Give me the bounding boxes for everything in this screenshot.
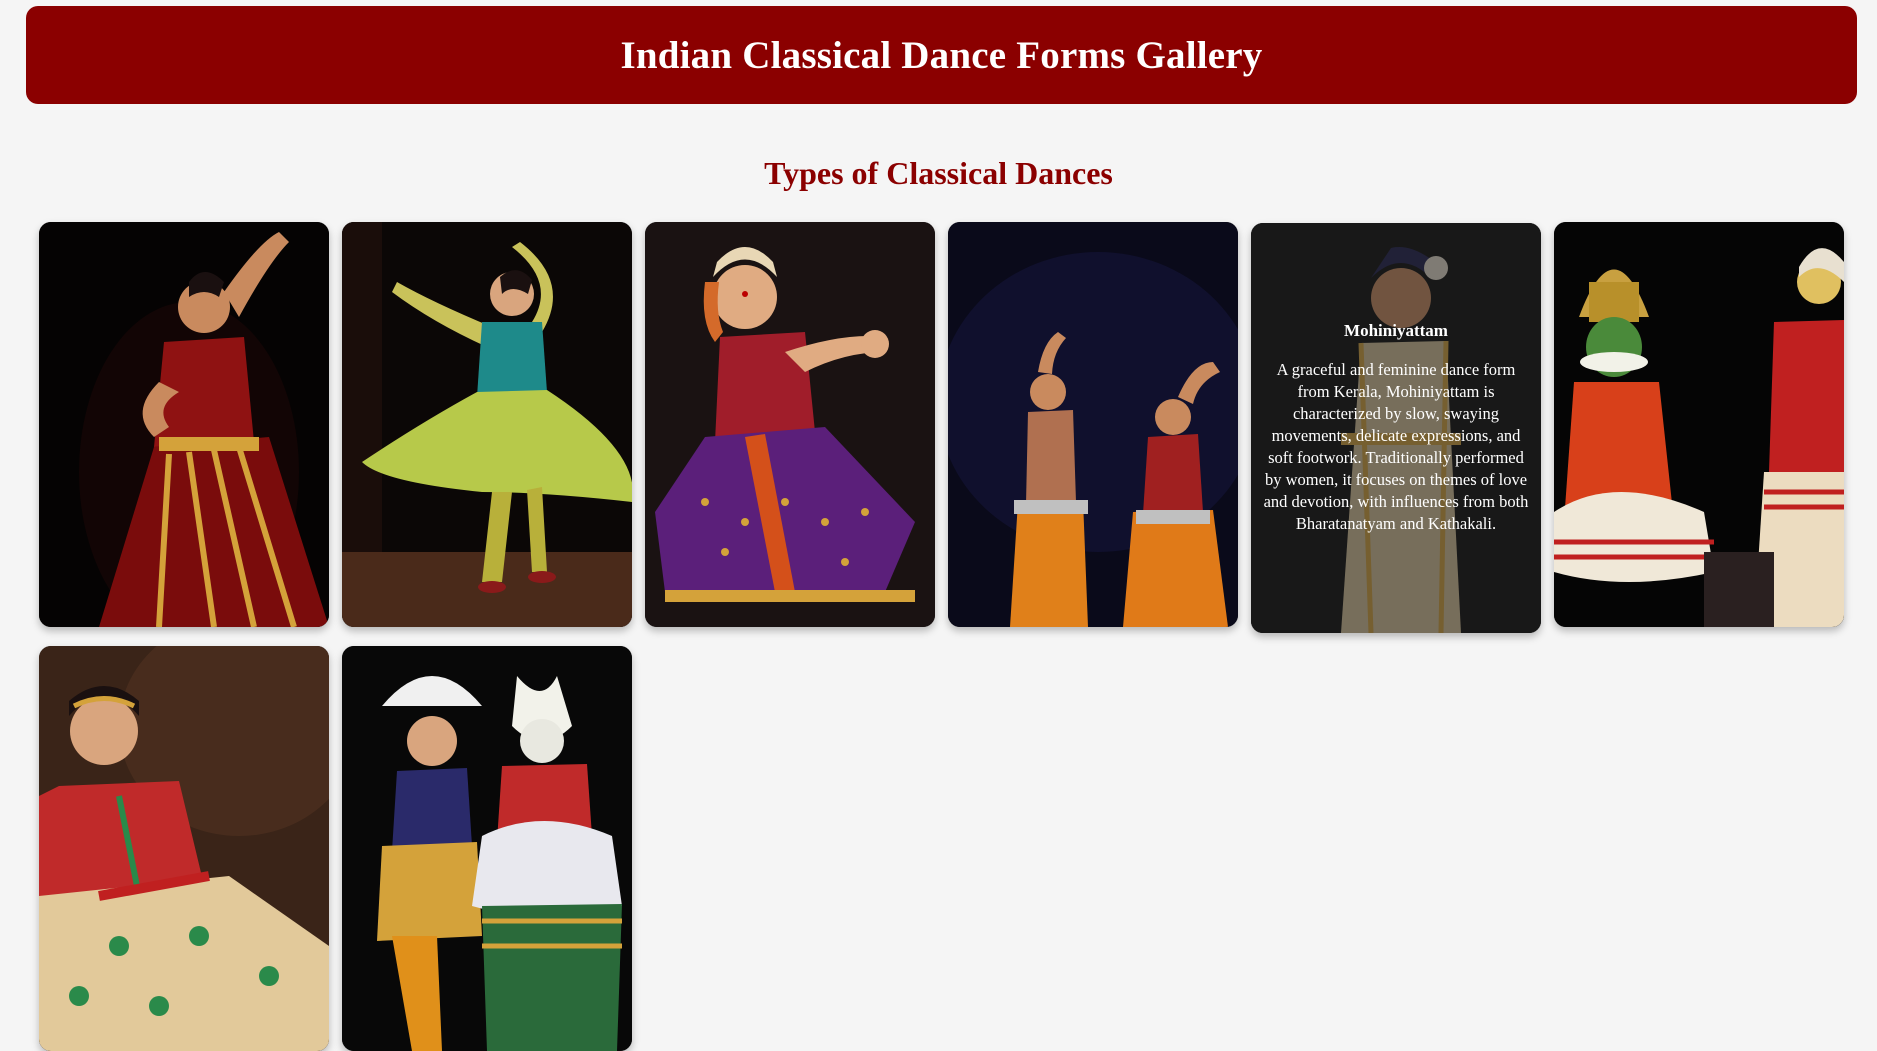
dance-description: A graceful and feminine dance form from …	[1263, 360, 1529, 533]
dance-card-7[interactable]	[39, 646, 329, 1051]
kathakali-dancers-photo	[1554, 222, 1844, 627]
bharatanatyam-dancer-photo	[39, 222, 329, 627]
kuchipudi-dancer-photo	[645, 222, 935, 627]
kathak-dancer-photo	[342, 222, 632, 627]
section-title: Types of Classical Dances	[764, 155, 1113, 191]
dance-card-6[interactable]	[1554, 222, 1844, 627]
sattriya-dancer-photo	[39, 646, 329, 1051]
dance-name: Mohiniyattam	[1344, 321, 1448, 340]
manipuri-dancers-photo	[342, 646, 632, 1051]
odissi-dancers-photo	[948, 222, 1238, 627]
dance-card-3[interactable]	[645, 222, 935, 627]
dance-card-1[interactable]	[39, 222, 329, 627]
page-title: Indian Classical Dance Forms Gallery	[620, 33, 1263, 77]
dance-card-8[interactable]	[342, 646, 632, 1051]
dance-card-4[interactable]	[948, 222, 1238, 627]
dance-info-overlay: Mohiniyattam A graceful and feminine dan…	[1251, 223, 1541, 633]
page-header: Indian Classical Dance Forms Gallery	[26, 6, 1857, 104]
dance-card-2[interactable]	[342, 222, 632, 627]
dance-card-5[interactable]: Mohiniyattam A graceful and feminine dan…	[1251, 223, 1541, 633]
